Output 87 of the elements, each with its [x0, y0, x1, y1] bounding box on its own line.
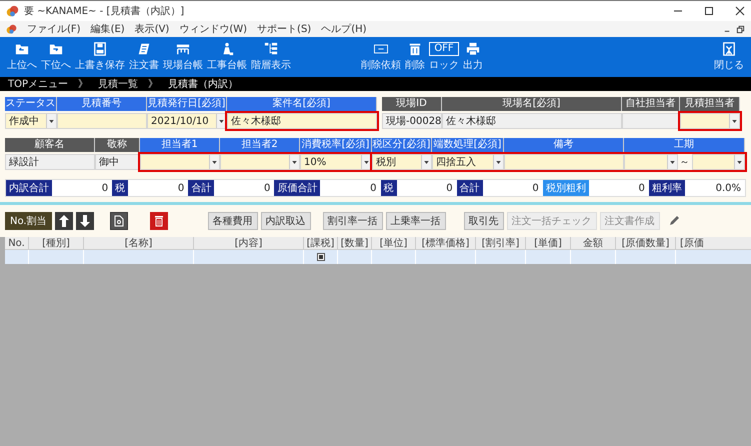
total-value: 0: [369, 182, 378, 194]
menu-item[interactable]: ファイル(F): [27, 22, 81, 36]
toolbar-button[interactable]: 削除: [404, 42, 426, 72]
field-label: 見積番号: [57, 97, 147, 111]
total-value: 0: [263, 182, 272, 194]
field-label: 担当者2: [220, 138, 300, 152]
field-label: 現場名[必須]: [442, 97, 622, 111]
breadcrumb-separator: 》: [148, 78, 158, 91]
field-label: 消費税率[必須]: [300, 138, 372, 152]
toolbar-button[interactable]: 閉じる: [713, 42, 745, 72]
total-value: 0: [445, 182, 454, 194]
breadcrumb-link[interactable]: 見積一覧: [98, 77, 138, 91]
menu-item[interactable]: 編集(E): [90, 22, 125, 36]
column-header: [単価]: [526, 237, 571, 250]
total-value: 0: [176, 182, 186, 194]
toolbar-button[interactable]: 現場台帳: [162, 42, 204, 72]
breadcrumb-separator: 》: [78, 78, 88, 91]
text-field[interactable]: 佐々木様邸: [442, 113, 622, 129]
field-label: 端数処理[必須]: [432, 138, 504, 152]
column-header: [内容]: [194, 237, 304, 250]
total-label: 税: [380, 180, 396, 196]
toolbar-button[interactable]: 上書き保存: [74, 42, 126, 72]
column-header: No.: [5, 237, 29, 250]
total-label: 合計: [188, 180, 214, 196]
text-field[interactable]: 緑設計: [5, 154, 95, 170]
menu-item[interactable]: ヘルプ(H): [321, 22, 367, 36]
field-label: 自社担当者: [622, 97, 680, 111]
window-title: 要 ~KANAME~ - [見積書（内訳）]: [24, 4, 184, 18]
action-button[interactable]: 上乗率一括: [386, 212, 446, 230]
toolbar-button[interactable]: 出力: [462, 42, 484, 72]
column-header: [課税]: [304, 237, 338, 250]
dropdown-field[interactable]: 2021/10/10: [147, 113, 227, 129]
field-label: 顧客名: [5, 138, 95, 152]
field-label: 工期: [624, 138, 745, 152]
range-separator: ～: [678, 156, 690, 169]
total-value: 0.0%: [714, 182, 742, 194]
action-button[interactable]: 各種費用: [208, 212, 258, 230]
column-header: [数量]: [338, 237, 372, 250]
toolbar-button[interactable]: OFF ロック: [428, 42, 460, 72]
field-label: 備考: [504, 138, 624, 152]
text-field[interactable]: 佐々木様邸: [227, 113, 377, 129]
total-label: 粗利率: [648, 180, 685, 196]
column-header: [原価: [676, 237, 751, 250]
column-header: [標準価格]: [416, 237, 476, 250]
menu-item[interactable]: ウィンドウ(W): [179, 22, 248, 36]
text-field[interactable]: 現場-00028: [382, 113, 442, 129]
field-label: 税区分[必須]: [372, 138, 432, 152]
toolbar-button[interactable]: 下位へ: [40, 42, 72, 72]
total-label: 税: [112, 180, 128, 196]
action-button[interactable]: 割引率一括: [322, 212, 383, 230]
toolbar-button[interactable]: 注文書: [128, 42, 160, 72]
field-label: 現場ID: [382, 97, 442, 111]
dropdown-field[interactable]: 税別: [372, 154, 432, 170]
column-header: [種別]: [29, 237, 84, 250]
breadcrumb-current: 見積書（内訳）: [168, 78, 238, 91]
action-button[interactable]: 取引先: [464, 212, 504, 230]
field-label: 案件名[必須]: [227, 97, 377, 111]
field-label: ステータス: [5, 97, 57, 111]
field-label: 見積担当者: [680, 97, 740, 111]
toolbar-button[interactable]: 階層表示: [250, 42, 292, 72]
total-value: 0: [100, 182, 110, 194]
column-header: [割引率]: [476, 237, 526, 250]
column-header: 金額: [571, 237, 616, 250]
column-header: [名称]: [84, 237, 194, 250]
field-label: 敬称: [95, 138, 140, 152]
menu-item[interactable]: 表示(V): [134, 22, 170, 36]
dropdown-field[interactable]: 10%: [300, 154, 372, 170]
field-label: 担当者1: [140, 138, 220, 152]
field-label: 見積発行日[必須]: [147, 97, 227, 111]
total-value: 0: [638, 182, 646, 194]
dropdown-field[interactable]: 作成中: [5, 113, 57, 129]
toolbar-button[interactable]: 削除依頼: [360, 42, 402, 72]
dropdown-field[interactable]: 四捨五入: [432, 154, 504, 170]
total-label: 内訳合計: [6, 180, 52, 196]
toolbar-button[interactable]: 工事台帳: [206, 42, 248, 72]
menu-item[interactable]: サポート(S): [257, 22, 312, 36]
total-label: 合計: [456, 180, 483, 196]
lock-status-badge: OFF: [429, 42, 459, 56]
column-header: [原価数量]: [616, 237, 676, 250]
total-value: 0: [531, 182, 540, 194]
number-assign-button[interactable]: No.割当: [5, 212, 52, 230]
breadcrumb-link[interactable]: TOPメニュー: [8, 77, 68, 91]
total-label: 原価合計: [274, 180, 320, 196]
column-header: [単位]: [372, 237, 416, 250]
text-field[interactable]: 御中: [95, 154, 140, 170]
action-button[interactable]: 内訳取込: [260, 212, 311, 230]
toolbar-button[interactable]: 上位へ: [6, 42, 38, 72]
